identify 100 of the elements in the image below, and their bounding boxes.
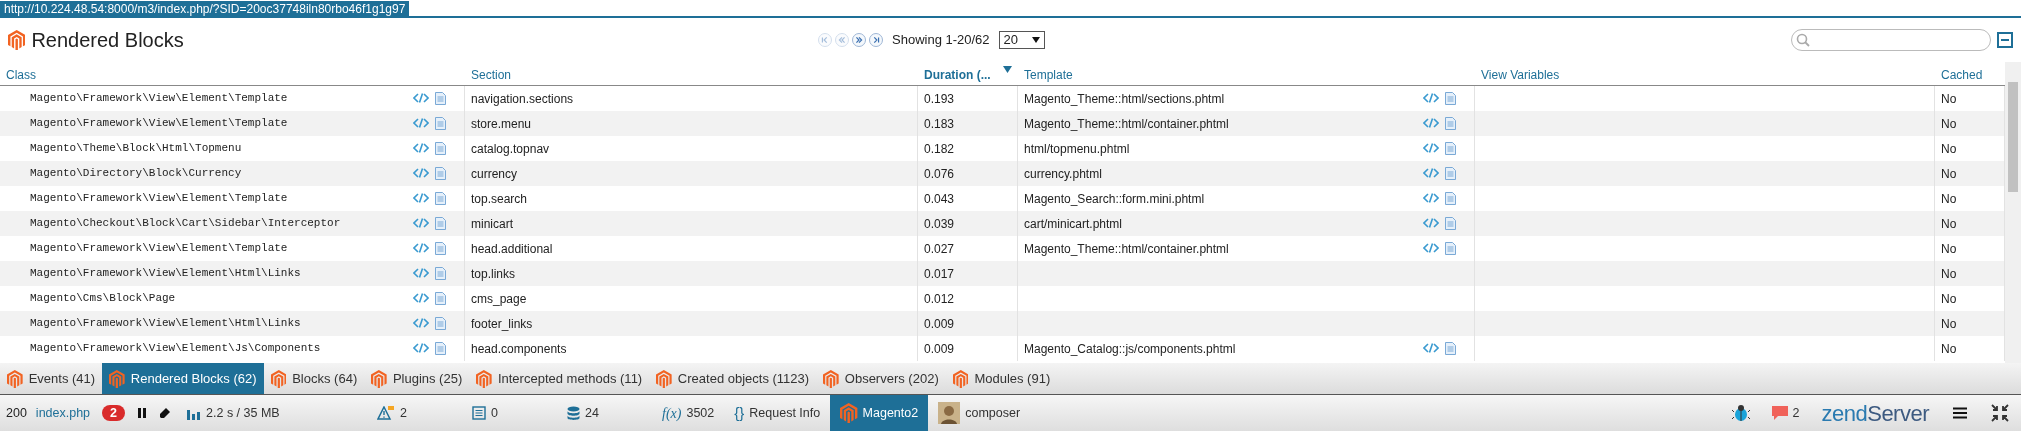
code-icon[interactable] <box>413 192 429 204</box>
class-name: Magento\Framework\View\Element\Template <box>30 241 289 257</box>
section-name: minicart <box>471 215 513 233</box>
duration-value: 0.076 <box>924 165 955 183</box>
collapse-icon[interactable] <box>1991 404 2009 422</box>
warning-icon <box>377 406 396 420</box>
timing-indicator[interactable]: 2.2 s / 35 MB <box>177 395 368 431</box>
request-indicator[interactable]: {} Request Info <box>724 395 831 431</box>
last-page-button[interactable] <box>869 33 883 47</box>
code-icon[interactable] <box>1423 167 1439 179</box>
class-name: Magento\Framework\View\Element\Html\Links <box>30 316 302 332</box>
template-path: Magento_Catalog::js/components.phtml <box>1024 340 1237 358</box>
document-icon[interactable] <box>435 92 446 105</box>
logs-indicator[interactable]: 0 <box>462 395 558 431</box>
document-icon[interactable] <box>435 342 446 355</box>
class-name: Magento\Framework\View\Element\Template <box>30 116 289 132</box>
section-name: top.search <box>471 190 528 208</box>
document-list-icon <box>472 406 487 420</box>
functions-indicator[interactable]: f(x) 3502 <box>652 395 725 431</box>
page-size-select[interactable]: 20 <box>998 31 1045 49</box>
panel-tab[interactable]: Created objects (1123) <box>649 363 817 394</box>
magento-logo-icon <box>8 30 26 50</box>
duration-value: 0.182 <box>924 140 955 158</box>
menu-icon[interactable] <box>1953 407 1967 419</box>
document-icon[interactable] <box>435 242 446 255</box>
table-row[interactable]: Magento\Framework\View\Element\Template store.menu 0.183 Magento_Theme::html/container.phtml No <box>0 111 2005 136</box>
document-icon[interactable] <box>435 217 446 230</box>
document-icon[interactable] <box>1445 342 1456 355</box>
table-row[interactable]: Magento\Directory\Block\Currency currency 0.076 currency.phtml No <box>0 161 2005 186</box>
document-icon[interactable] <box>435 317 446 330</box>
document-icon[interactable] <box>435 292 446 305</box>
scrollbar[interactable] <box>2005 62 2021 363</box>
duration-value: 0.043 <box>924 190 955 208</box>
document-icon[interactable] <box>435 267 446 280</box>
magento-logo-icon <box>371 369 387 388</box>
class-name: Magento\Checkout\Block\Cart\Sidebar\Interceptor <box>30 216 342 232</box>
panel-tab[interactable]: Events (41) <box>0 363 103 394</box>
table-row[interactable]: Magento\Framework\View\Element\Html\Links top.links 0.017 No <box>0 261 2005 286</box>
code-icon[interactable] <box>413 167 429 179</box>
section-name: footer_links <box>471 315 533 333</box>
template-path: Magento_Theme::html/sections.phtml <box>1024 90 1226 108</box>
code-icon[interactable] <box>1423 92 1439 104</box>
panel-tab[interactable]: Modules (91) <box>945 363 1058 394</box>
document-icon[interactable] <box>435 192 446 205</box>
panel-tab[interactable]: Intercepted methods (11) <box>469 363 650 394</box>
toolbar-tab[interactable]: Magento2 <box>830 395 929 431</box>
document-icon[interactable] <box>1445 92 1456 105</box>
document-icon[interactable] <box>435 117 446 130</box>
code-icon[interactable] <box>413 267 429 279</box>
code-icon[interactable] <box>413 92 429 104</box>
eraser-icon[interactable] <box>159 407 172 419</box>
code-icon[interactable] <box>1423 142 1439 154</box>
document-icon[interactable] <box>1445 142 1456 155</box>
code-icon[interactable] <box>1423 217 1439 229</box>
panel-tab[interactable]: Blocks (64) <box>263 363 365 394</box>
code-icon[interactable] <box>413 142 429 154</box>
cached-value: No <box>1941 115 1957 133</box>
document-icon[interactable] <box>435 167 446 180</box>
code-icon[interactable] <box>1423 192 1439 204</box>
table-row[interactable]: Magento\Framework\View\Element\Html\Links footer_links 0.009 No <box>0 311 2005 336</box>
document-icon[interactable] <box>1445 117 1456 130</box>
document-icon[interactable] <box>1445 242 1456 255</box>
cached-value: No <box>1941 90 1957 108</box>
collapse-icon[interactable] <box>1997 32 2013 48</box>
code-icon[interactable] <box>413 317 429 329</box>
bug-icon[interactable] <box>1731 404 1750 422</box>
pause-icon[interactable] <box>137 407 148 419</box>
panel-tab[interactable]: Observers (202) <box>816 363 946 394</box>
code-icon[interactable] <box>413 242 429 254</box>
messages-indicator[interactable]: 2 <box>1761 395 1810 431</box>
document-icon[interactable] <box>1445 192 1456 205</box>
document-icon[interactable] <box>1445 217 1456 230</box>
section-name: navigation.sections <box>471 90 574 108</box>
code-icon[interactable] <box>1423 117 1439 129</box>
panel-tab[interactable]: Rendered Blocks (62) <box>102 363 264 394</box>
error-count: 2 <box>102 405 126 421</box>
toolbar-tab[interactable]: composer <box>928 395 1031 431</box>
document-icon[interactable] <box>1445 167 1456 180</box>
section-name: currency <box>471 165 517 183</box>
code-icon[interactable] <box>413 342 429 354</box>
warnings-indicator[interactable]: 2 <box>367 395 463 431</box>
duration-value: 0.193 <box>924 90 955 108</box>
document-icon[interactable] <box>435 142 446 155</box>
panel-tab[interactable]: Plugins (25) <box>364 363 470 394</box>
code-icon[interactable] <box>413 217 429 229</box>
next-arrow-icon <box>853 34 865 46</box>
code-icon[interactable] <box>1423 242 1439 254</box>
queries-indicator[interactable]: 24 <box>557 395 653 431</box>
class-name: Magento\Framework\View\Element\Template <box>30 91 289 107</box>
sort-down-icon <box>1003 66 1012 73</box>
code-icon[interactable] <box>413 292 429 304</box>
table-row[interactable]: Magento\Checkout\Block\Cart\Sidebar\Interceptor minicart 0.039 cart/minicart.phtml No <box>0 211 2005 236</box>
template-path: Magento_Theme::html/container.phtml <box>1024 115 1230 133</box>
chat-bubble-icon <box>1771 405 1788 421</box>
code-icon[interactable] <box>413 117 429 129</box>
code-icon[interactable] <box>1423 342 1439 354</box>
template-path: currency.phtml <box>1024 165 1103 183</box>
cached-value: No <box>1941 340 1957 358</box>
next-page-button[interactable] <box>852 33 866 47</box>
page-link[interactable]: index.php <box>29 403 97 423</box>
